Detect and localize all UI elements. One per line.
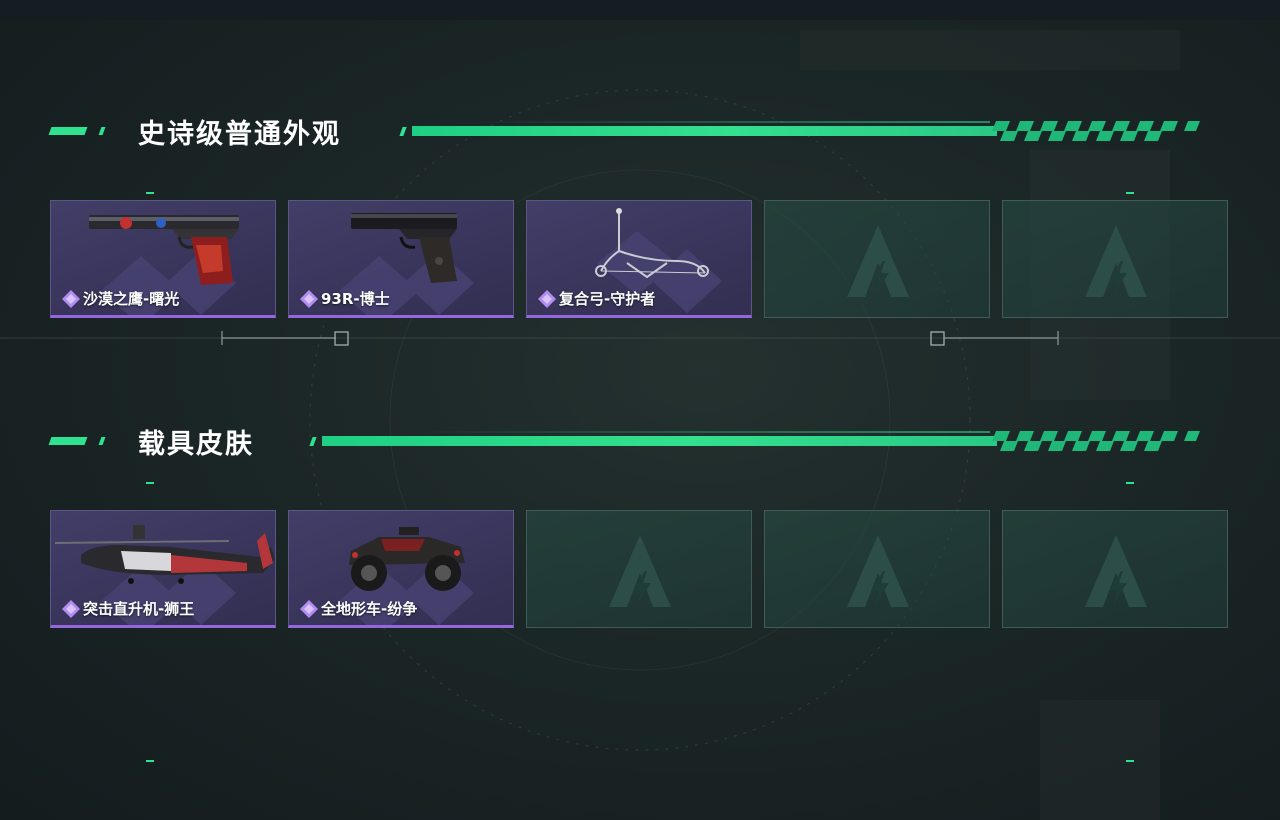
skin-name: 突击直升机-狮王: [83, 600, 195, 618]
header-checker-pattern: [992, 431, 1200, 451]
rarity-diamond-icon: [300, 599, 318, 618]
header-thin-line: [420, 431, 990, 433]
empty-slot-logo-icon: [847, 225, 909, 297]
empty-skin-slot: [764, 200, 990, 318]
header-accent-dash: [98, 127, 106, 135]
header-accent-dash: [48, 437, 88, 445]
rarity-diamond-icon: [62, 289, 80, 308]
rarity-diamond-icon: [538, 289, 556, 308]
corner-marker: [1126, 482, 1134, 484]
skin-label: 93R-博士: [299, 288, 390, 309]
skin-name: 复合弓-守护者: [559, 290, 656, 308]
skin-card[interactable]: 复合弓-守护者: [526, 200, 752, 318]
header-checker-pattern: [992, 121, 1200, 141]
corner-marker: [146, 482, 154, 484]
empty-skin-slot: [1002, 510, 1228, 628]
skin-card[interactable]: 沙漠之鹰-曙光: [50, 200, 276, 318]
corner-marker: [146, 760, 154, 762]
header-accent-tick: [309, 437, 317, 446]
skin-grid-vehicle: 突击直升机-狮王 全地形车-纷争: [50, 510, 1230, 630]
skin-label: 突击直升机-狮王: [61, 598, 194, 619]
corner-marker: [1126, 192, 1134, 194]
skin-grid-epic: 沙漠之鹰-曙光 93R-博士 复合弓-守护者: [50, 200, 1230, 320]
section-title: 史诗级普通外观: [138, 119, 341, 150]
skin-card[interactable]: 全地形车-纷争: [288, 510, 514, 628]
empty-skin-slot: [526, 510, 752, 628]
skin-name: 全地形车-纷争: [321, 600, 418, 618]
header-thin-line: [470, 121, 990, 123]
section-title: 载具皮肤: [138, 429, 254, 460]
header-progress-bar: [322, 436, 997, 446]
empty-slot-logo-icon: [1085, 535, 1147, 607]
skin-label: 复合弓-守护者: [537, 288, 655, 309]
skin-card[interactable]: 93R-博士: [288, 200, 514, 318]
rarity-diamond-icon: [62, 599, 80, 618]
skin-name: 沙漠之鹰-曙光: [83, 290, 180, 308]
skin-label: 全地形车-纷争: [299, 598, 417, 619]
empty-slot-logo-icon: [1085, 225, 1147, 297]
header-accent-dash: [48, 127, 88, 135]
empty-skin-slot: [1002, 200, 1228, 318]
section-divider: [0, 331, 1280, 346]
corner-marker: [1126, 760, 1134, 762]
skin-card[interactable]: 突击直升机-狮王: [50, 510, 276, 628]
corner-marker: [146, 192, 154, 194]
section-header-vehicle-skins: 载具皮肤: [0, 420, 1280, 460]
empty-slot-logo-icon: [847, 535, 909, 607]
header-accent-tick: [399, 127, 407, 136]
rarity-diamond-icon: [300, 289, 318, 308]
header-progress-bar: [412, 126, 997, 136]
skin-label: 沙漠之鹰-曙光: [61, 288, 179, 309]
header-accent-dash: [98, 437, 106, 445]
empty-skin-slot: [764, 510, 990, 628]
skin-name: 93R-博士: [321, 290, 390, 308]
section-header-epic-skins: 史诗级普通外观: [0, 110, 1280, 150]
empty-slot-logo-icon: [609, 535, 671, 607]
